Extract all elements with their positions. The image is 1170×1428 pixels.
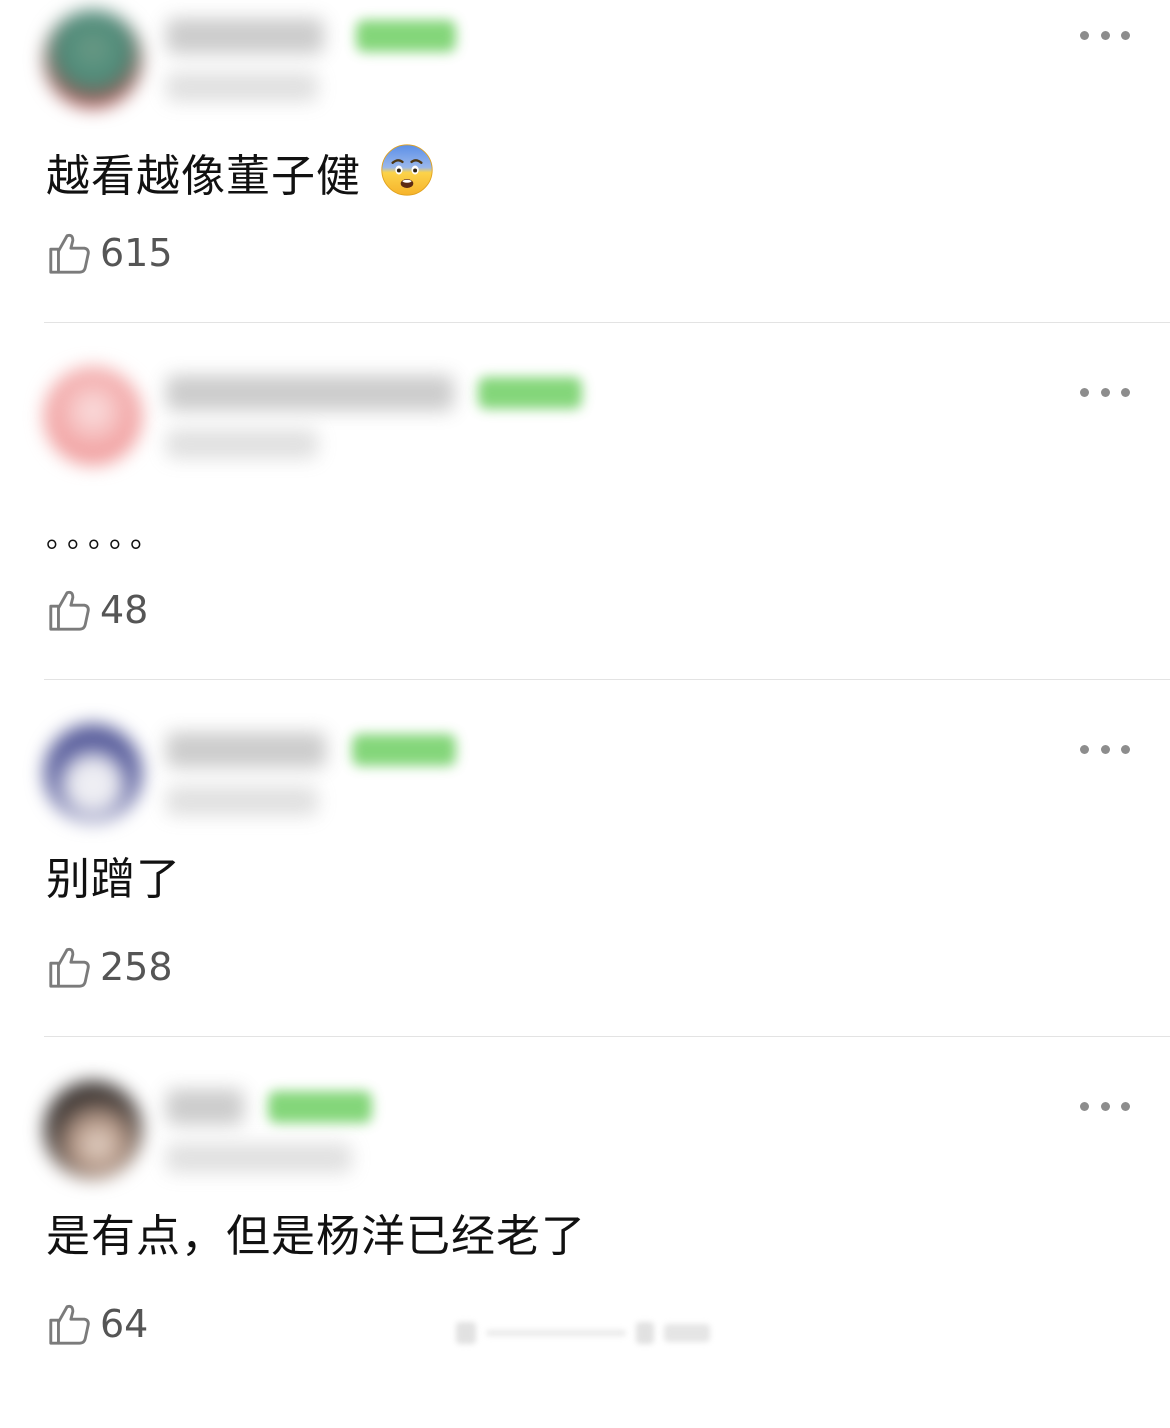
- member-badge-blurred: [356, 20, 456, 52]
- more-options-button[interactable]: [1080, 1093, 1130, 1119]
- comment-meta-blurred: [166, 429, 318, 459]
- like-count: 615: [100, 231, 173, 275]
- comment-item: 别蹭了 258: [0, 714, 1170, 1071]
- member-badge-blurred: [268, 1091, 372, 1123]
- comment-text-content: 是有点，但是杨洋已经老了: [46, 1211, 586, 1262]
- like-button[interactable]: 258: [46, 940, 173, 994]
- thumbs-up-outline-icon: [49, 590, 90, 631]
- comment-meta-blurred: [166, 1143, 352, 1173]
- username-blurred[interactable]: [166, 375, 454, 411]
- watermark-blurred: [456, 1322, 710, 1344]
- like-count: 64: [100, 1302, 149, 1346]
- comment-item: 。。。。。 48: [0, 357, 1170, 714]
- username-blurred[interactable]: [166, 1089, 244, 1125]
- comment-text: 越看越像董子健: [46, 137, 434, 206]
- member-badge-blurred: [478, 377, 582, 409]
- like-button[interactable]: 64: [46, 1297, 148, 1351]
- thumbs-up-outline-icon: [49, 947, 90, 988]
- like-button[interactable]: 48: [46, 583, 148, 637]
- comment-text-content: 。。。。。: [46, 520, 166, 555]
- comment-item: 是有点，但是杨洋已经老了 64: [0, 1071, 1170, 1428]
- member-badge-blurred: [352, 734, 456, 766]
- username-blurred[interactable]: [166, 732, 326, 768]
- thumbs-up-outline-icon: [49, 1304, 90, 1345]
- avatar[interactable]: [44, 10, 142, 108]
- like-button[interactable]: 615: [46, 226, 173, 280]
- like-count: 258: [100, 945, 173, 989]
- more-options-button[interactable]: [1080, 22, 1130, 48]
- comment-text: 是有点，但是杨洋已经老了: [46, 1208, 586, 1266]
- avatar[interactable]: [44, 724, 142, 822]
- divider: [44, 322, 1170, 323]
- comment-text-content: 别蹭了: [46, 854, 181, 905]
- username-blurred[interactable]: [166, 18, 324, 54]
- like-count: 48: [100, 588, 149, 632]
- thumbs-up-outline-icon: [49, 233, 90, 274]
- divider: [44, 1036, 1170, 1037]
- comment-meta-blurred: [166, 72, 318, 102]
- more-options-button[interactable]: [1080, 379, 1130, 405]
- avatar[interactable]: [44, 367, 142, 465]
- comment-text: 别蹭了: [46, 851, 181, 909]
- comment-meta-blurred: [166, 786, 318, 816]
- more-options-button[interactable]: [1080, 736, 1130, 762]
- fearful-face-emoji: [381, 144, 433, 196]
- comment-text: 。。。。。: [46, 518, 166, 558]
- avatar[interactable]: [44, 1081, 142, 1179]
- divider: [44, 679, 1170, 680]
- comment-item: 越看越像董子健 615: [0, 0, 1170, 357]
- comment-text-content: 越看越像董子健: [46, 151, 361, 202]
